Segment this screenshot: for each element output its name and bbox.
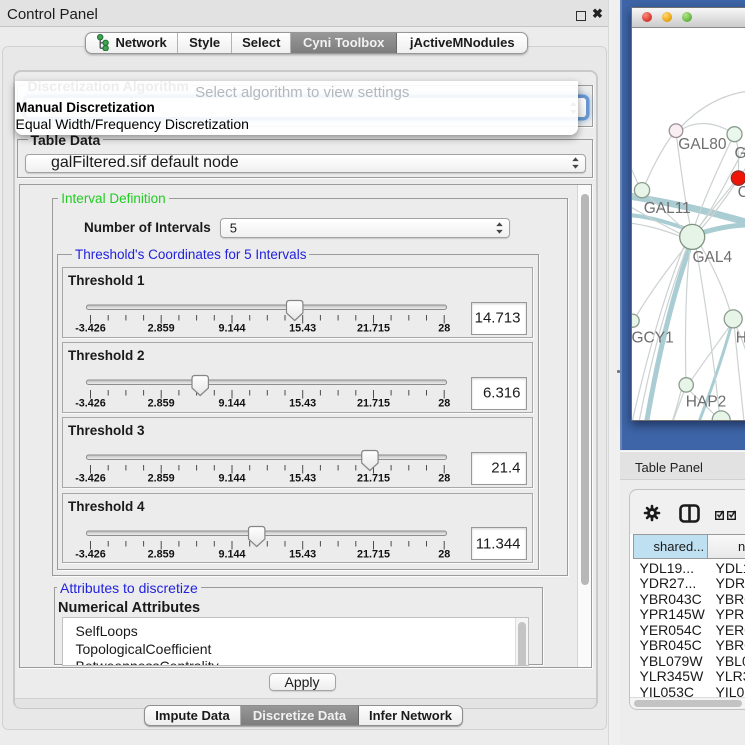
svg-text:-3.426: -3.426	[75, 398, 106, 410]
svg-text:-3.426: -3.426	[75, 473, 106, 485]
svg-text:21.715: 21.715	[356, 323, 389, 335]
svg-text:21.715: 21.715	[356, 473, 389, 485]
svg-text:15.43: 15.43	[289, 323, 316, 335]
svg-text:2.859: 2.859	[147, 473, 174, 485]
svg-text:GAL4: GAL4	[693, 249, 733, 266]
svg-text:C: C	[738, 184, 745, 201]
svg-text:28: 28	[438, 323, 450, 335]
svg-text:2.859: 2.859	[147, 398, 174, 410]
svg-text:28: 28	[438, 398, 450, 410]
svg-text:21.715: 21.715	[356, 398, 389, 410]
svg-text:2.859: 2.859	[147, 323, 174, 335]
svg-text:9.144: 9.144	[218, 473, 245, 485]
svg-text:GAL11: GAL11	[644, 200, 691, 217]
svg-text:9.144: 9.144	[218, 398, 245, 410]
svg-text:GAL80: GAL80	[678, 136, 727, 153]
svg-text:21.715: 21.715	[356, 548, 389, 560]
svg-text:HAP2: HAP2	[686, 394, 727, 411]
svg-text:G.: G.	[735, 145, 745, 162]
svg-text:-3.426: -3.426	[75, 548, 106, 560]
svg-text:28: 28	[438, 473, 450, 485]
svg-text:15.43: 15.43	[289, 398, 316, 410]
svg-text:H: H	[736, 329, 745, 346]
svg-text:9.144: 9.144	[218, 548, 245, 560]
svg-text:9.144: 9.144	[218, 323, 245, 335]
svg-text:28: 28	[438, 548, 450, 560]
svg-text:-3.426: -3.426	[75, 323, 106, 335]
svg-text:15.43: 15.43	[289, 473, 316, 485]
svg-text:GCY1: GCY1	[632, 329, 674, 346]
svg-text:15.43: 15.43	[289, 548, 316, 560]
svg-text:2.859: 2.859	[147, 548, 174, 560]
